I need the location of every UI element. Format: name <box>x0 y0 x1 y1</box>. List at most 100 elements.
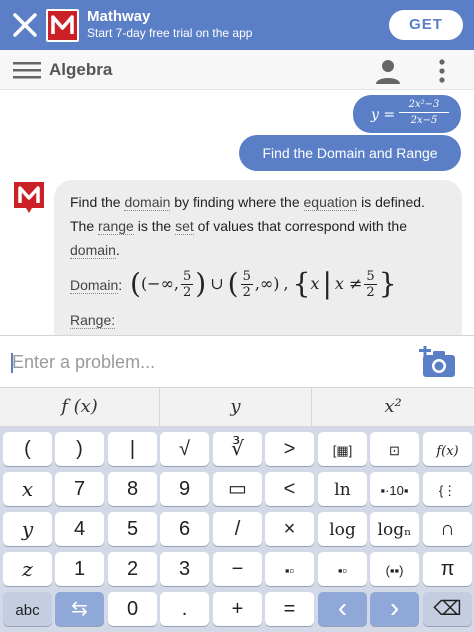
domain-line: Domain: ( (−∞, 52 ) ∪ ( 52 ,∞) , { x | x… <box>70 264 450 304</box>
union-symbol: ∪ <box>210 274 224 293</box>
key-less-than[interactable]: < <box>265 472 314 506</box>
key-minus[interactable]: − <box>213 552 262 586</box>
equation-denominator: 2x−5 <box>410 115 438 126</box>
mathway-avatar-icon <box>14 182 44 213</box>
key-square-root[interactable]: √ <box>160 432 209 466</box>
key-log[interactable]: log <box>318 512 367 546</box>
key-9[interactable]: 9 <box>160 472 209 506</box>
key-8[interactable]: 8 <box>108 472 157 506</box>
paren-open: ( <box>130 267 141 300</box>
key-z[interactable]: z <box>3 552 52 586</box>
glossary-link-equation[interactable]: equation <box>303 194 358 211</box>
hamburger-menu-icon[interactable] <box>13 60 41 80</box>
range-label[interactable]: Range: <box>70 308 116 332</box>
get-button[interactable]: GET <box>389 10 463 40</box>
key-plus[interactable]: + <box>213 592 262 626</box>
key-open-paren[interactable]: ( <box>3 432 52 466</box>
key-slash[interactable]: / <box>213 512 262 546</box>
key-3[interactable]: 3 <box>160 552 209 586</box>
more-options-icon[interactable] <box>434 58 450 84</box>
set-variable: x <box>310 274 320 293</box>
key-fraction[interactable]: ⊡ <box>370 432 419 466</box>
key-matrix[interactable]: [▦] <box>318 432 367 466</box>
answer-text: . <box>115 242 120 258</box>
app-header: Algebra <box>0 50 474 90</box>
key-log-base[interactable]: logₙ <box>370 512 419 546</box>
key-scientific-notation[interactable]: ▪·10▪ <box>370 472 419 506</box>
app-root: Mathway Start 7-day free trial on the ap… <box>0 0 474 632</box>
key-7[interactable]: 7 <box>55 472 104 506</box>
key-absolute-value[interactable]: | <box>108 432 157 466</box>
key-1[interactable]: 1 <box>55 552 104 586</box>
glossary-link-domain[interactable]: domain <box>124 194 171 211</box>
mathway-logo-icon <box>46 9 79 42</box>
key-0[interactable]: 0 <box>108 592 157 626</box>
domain-label[interactable]: Domain: <box>70 273 122 297</box>
keyboard-mode-bar: f (x) y x² <box>0 387 474 427</box>
problem-input-bar: Enter a problem... <box>0 335 474 387</box>
key-cursor-left[interactable]: ‹ <box>318 592 367 626</box>
key-function[interactable]: f(x) <box>423 432 472 466</box>
key-4[interactable]: 4 <box>55 512 104 546</box>
key-ln[interactable]: ln <box>318 472 367 506</box>
user-question-bubble[interactable]: Find the Domain and Range <box>239 135 461 171</box>
set-bar: | <box>322 267 332 300</box>
equation-fraction: 2x²−3 2x−5 <box>399 99 449 126</box>
key-backspace[interactable]: ⌫ <box>423 592 472 626</box>
answer-explanation: Find the domain by finding where the equ… <box>70 190 446 262</box>
key-6[interactable]: 6 <box>160 512 209 546</box>
key-intersection[interactable]: ∩ <box>423 512 472 546</box>
key-divide-fraction[interactable]: ▭ <box>213 472 262 506</box>
key-nth-root[interactable]: ∛ <box>213 432 262 466</box>
glossary-link-range[interactable]: range <box>98 218 134 235</box>
problem-input[interactable]: Enter a problem... <box>12 352 155 373</box>
set-condition: x ≠ <box>334 274 363 293</box>
brace-open: { <box>292 267 311 300</box>
equation-numerator: 2x²−3 <box>399 99 449 113</box>
key-abc[interactable]: abc <box>3 592 52 626</box>
promo-banner: Mathway Start 7-day free trial on the ap… <box>0 0 474 50</box>
key-subscript[interactable]: ▪▫ <box>318 552 367 586</box>
comma: , <box>283 274 289 293</box>
brace-close: } <box>378 267 397 300</box>
key-pi[interactable]: π <box>423 552 472 586</box>
key-2[interactable]: 2 <box>108 552 157 586</box>
answer-text: Find the <box>70 194 125 210</box>
paren-open: ( <box>227 267 239 300</box>
key-ordered-pair[interactable]: (▪▪) <box>370 552 419 586</box>
interval-end: ,∞) <box>254 274 280 293</box>
fraction-five-halves: 52 <box>240 268 253 300</box>
key-5[interactable]: 5 <box>108 512 157 546</box>
page-title: Algebra <box>49 60 113 79</box>
key-multiply[interactable]: × <box>265 512 314 546</box>
key-cursor-right[interactable]: › <box>370 592 419 626</box>
mode-x-squared[interactable]: x² <box>312 388 474 426</box>
user-equation-bubble[interactable]: y = 2x²−3 2x−5 <box>353 95 461 133</box>
answer-text: by finding where the <box>170 194 304 210</box>
domain-expression: ( (−∞, 52 ) ∪ ( 52 ,∞) , { x | x ≠ 52 } <box>130 264 397 304</box>
math-keyboard: ( ) | √ ∛ > [▦] ⊡ f(x) x 7 8 9 ▭ < ln ▪·… <box>0 427 474 632</box>
key-exponent[interactable]: ▪▫ <box>265 552 314 586</box>
banner-subtitle: Start 7-day free trial on the app <box>87 26 253 40</box>
user-account-icon[interactable] <box>374 57 402 85</box>
answer-text: of values that correspond with the <box>193 218 407 234</box>
banner-app-name: Mathway <box>87 8 151 25</box>
key-equals[interactable]: = <box>265 592 314 626</box>
fraction-five-halves: 52 <box>364 268 377 300</box>
paren-close: ) <box>195 267 207 300</box>
key-x[interactable]: x <box>3 472 52 506</box>
glossary-link-set[interactable]: set <box>175 218 194 235</box>
interval-start: (−∞, <box>140 274 179 293</box>
key-greater-than[interactable]: > <box>265 432 314 466</box>
mode-y[interactable]: y <box>160 388 312 426</box>
add-photo-camera-icon[interactable] <box>419 346 457 378</box>
key-decimal[interactable]: . <box>160 592 209 626</box>
close-icon[interactable] <box>10 10 40 40</box>
key-switch[interactable]: ⇆ <box>55 592 104 626</box>
key-close-paren[interactable]: ) <box>55 432 104 466</box>
mode-function[interactable]: f (x) <box>0 388 160 426</box>
key-y[interactable]: y <box>3 512 52 546</box>
fraction-five-halves: 52 <box>181 268 194 300</box>
key-piecewise[interactable]: {⋮ <box>423 472 472 506</box>
glossary-link-domain[interactable]: domain <box>70 242 116 259</box>
